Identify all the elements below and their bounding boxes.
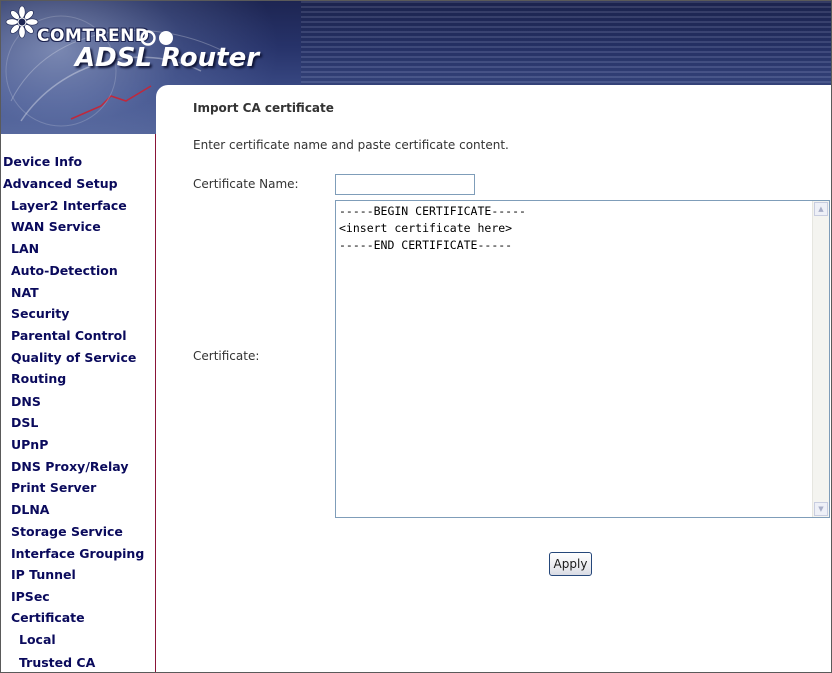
sidebar-item-advanced-setup[interactable]: Advanced Setup	[3, 176, 118, 191]
main-content: Import CA certificate Enter certificate …	[157, 85, 831, 672]
sidebar-item-device-info[interactable]: Device Info	[3, 154, 82, 169]
sidebar-item-auto-detection[interactable]: Auto-Detection	[11, 263, 118, 278]
sidebar-item-dlna[interactable]: DLNA	[11, 502, 49, 517]
certificate-textarea[interactable]: -----BEGIN CERTIFICATE----- <insert cert…	[335, 200, 830, 518]
sidebar-item-parental-control[interactable]: Parental Control	[11, 328, 127, 343]
sidebar-item-dns-proxy-relay[interactable]: DNS Proxy/Relay	[11, 459, 128, 474]
sidebar-item-nat[interactable]: NAT	[11, 285, 39, 300]
sidebar-item-dns[interactable]: DNS	[11, 394, 41, 409]
scroll-up-icon[interactable]: ▲	[814, 202, 828, 216]
certificate-name-input[interactable]	[335, 174, 475, 195]
product-title: ADSL Router	[75, 43, 260, 73]
certificate-name-label: Certificate Name:	[193, 177, 299, 191]
sidebar-item-lan[interactable]: LAN	[11, 241, 39, 256]
sidebar-item-layer2-interface[interactable]: Layer2 Interface	[11, 198, 127, 213]
apply-button[interactable]: Apply	[549, 552, 592, 576]
page-description: Enter certificate name and paste certifi…	[193, 138, 509, 152]
sidebar-item-quality-of-service[interactable]: Quality of Service	[11, 350, 136, 365]
sidebar-item-upnp[interactable]: UPnP	[11, 437, 48, 452]
sidebar-item-security[interactable]: Security	[11, 306, 69, 321]
sidebar-item-local[interactable]: Local	[19, 632, 56, 647]
sidebar-item-ip-tunnel[interactable]: IP Tunnel	[11, 567, 76, 582]
certificate-scrollbar[interactable]: ▲ ▼	[812, 201, 829, 517]
banner-stripes	[301, 1, 831, 85]
certificate-content[interactable]: -----BEGIN CERTIFICATE----- <insert cert…	[339, 203, 809, 254]
sidebar-item-storage-service[interactable]: Storage Service	[11, 524, 123, 539]
sidebar-item-routing[interactable]: Routing	[11, 371, 66, 386]
page-title: Import CA certificate	[193, 101, 334, 115]
sidebar-item-ipsec[interactable]: IPSec	[11, 589, 50, 604]
sidebar-item-dsl[interactable]: DSL	[11, 415, 38, 430]
sidebar-nav: Device Info Advanced Setup Layer2 Interf…	[1, 134, 156, 672]
browser-frame: COMTREND ADSL Router Device Info Advance…	[0, 0, 832, 673]
comtrend-flower-logo-icon	[5, 5, 39, 39]
sidebar-item-certificate[interactable]: Certificate	[11, 610, 85, 625]
sidebar-item-wan-service[interactable]: WAN Service	[11, 219, 101, 234]
sidebar-item-print-server[interactable]: Print Server	[11, 480, 96, 495]
scroll-down-icon[interactable]: ▼	[814, 502, 828, 516]
sidebar-item-trusted-ca[interactable]: Trusted CA	[19, 655, 95, 670]
certificate-label: Certificate:	[193, 349, 260, 363]
sidebar-item-interface-grouping[interactable]: Interface Grouping	[11, 546, 144, 561]
